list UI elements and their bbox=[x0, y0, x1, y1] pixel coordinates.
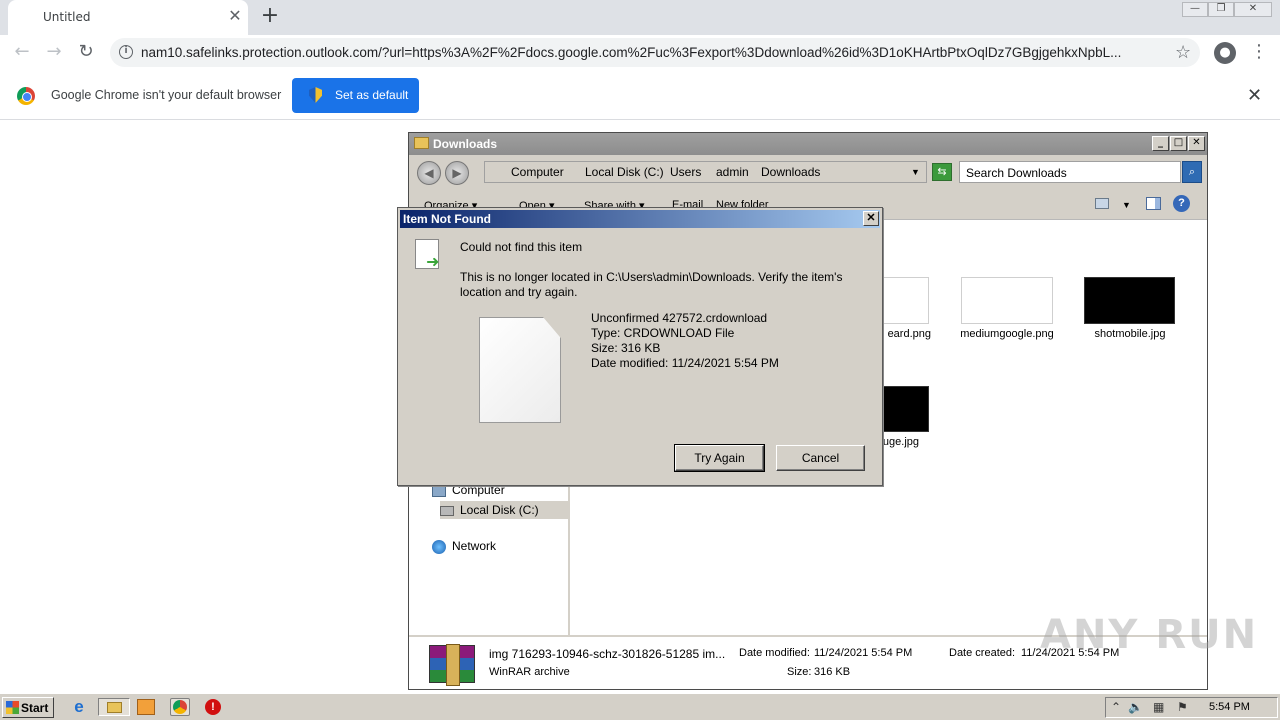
forward-icon[interactable]: ▶ bbox=[445, 161, 469, 185]
explorer-taskbar-icon[interactable] bbox=[98, 698, 130, 716]
system-tray: ⌃ 🔈 ▦ ⚑ 5:54 PM bbox=[1105, 697, 1278, 718]
explorer-minimize-button[interactable]: _ bbox=[1152, 136, 1169, 151]
dialog-message: This is no longer located in C:\Users\ad… bbox=[460, 270, 843, 299]
dialog-titlebar[interactable]: Item Not Found ✕ bbox=[400, 210, 880, 228]
details-size-label: Size: bbox=[787, 666, 812, 678]
tree-label-local-disk: Local Disk (C:) bbox=[460, 503, 539, 517]
breadcrumb-downloads[interactable]: Downloads bbox=[761, 165, 820, 179]
tab-close-icon[interactable]: ✕ bbox=[225, 6, 245, 25]
winrar-archive-icon bbox=[429, 644, 475, 686]
new-tab-button[interactable]: + bbox=[258, 3, 282, 28]
try-again-button[interactable]: Try Again bbox=[674, 444, 765, 472]
default-browser-infobar: Google Chrome isn't your default browser… bbox=[0, 71, 1280, 120]
file-move-icon bbox=[415, 239, 439, 272]
internet-explorer-icon[interactable]: e bbox=[69, 698, 89, 716]
explorer-close-button[interactable]: ✕ bbox=[1188, 136, 1205, 151]
start-label: Start bbox=[21, 701, 49, 715]
computer-icon bbox=[432, 484, 446, 497]
chrome-logo-icon bbox=[17, 87, 35, 105]
url-text[interactable]: nam10.safelinks.protection.outlook.com/?… bbox=[141, 45, 1171, 60]
window-close-button[interactable]: ✕ bbox=[1234, 2, 1272, 17]
infobar-message: Google Chrome isn't your default browser bbox=[51, 88, 282, 102]
tab-title: Untitled bbox=[43, 10, 91, 24]
restore-button[interactable]: ❐ bbox=[1208, 2, 1234, 17]
stop-icon[interactable]: ! bbox=[205, 699, 221, 715]
breadcrumb-users[interactable]: Users bbox=[670, 165, 701, 179]
minimize-button[interactable]: — bbox=[1182, 2, 1208, 17]
uac-shield-icon bbox=[309, 87, 322, 103]
set-as-default-button[interactable]: Set as default bbox=[292, 78, 419, 113]
tree-item-local-disk[interactable]: Local Disk (C:) bbox=[440, 501, 570, 519]
address-dropdown-icon[interactable]: ▼ bbox=[911, 167, 920, 177]
breadcrumb-admin[interactable]: admin bbox=[716, 165, 749, 179]
explorer-titlebar[interactable]: Downloads _ □ ✕ bbox=[409, 133, 1207, 155]
details-date-modified: 11/24/2021 5:54 PM bbox=[814, 647, 913, 659]
close-icon[interactable]: ✕ bbox=[1247, 85, 1262, 106]
browser-toolbar: ← → ↻ i nam10.safelinks.protection.outlo… bbox=[0, 35, 1280, 71]
forward-icon[interactable]: → bbox=[42, 41, 66, 65]
cancel-button[interactable]: Cancel bbox=[776, 445, 865, 471]
details-date-created-label: Date created: bbox=[949, 647, 1016, 659]
preview-pane-icon[interactable] bbox=[1146, 197, 1161, 210]
explorer-maximize-button[interactable]: □ bbox=[1170, 136, 1187, 151]
set-as-default-label: Set as default bbox=[335, 88, 409, 102]
dialog-file-date: Date modified: 11/24/2021 5:54 PM bbox=[591, 356, 779, 370]
refresh-icon[interactable]: ⇆ bbox=[932, 163, 952, 181]
help-icon[interactable]: ? bbox=[1173, 195, 1190, 212]
details-size: 316 KB bbox=[814, 666, 851, 678]
reload-icon[interactable]: ↻ bbox=[74, 41, 98, 65]
anyrun-watermark: ANY RUN bbox=[1040, 612, 1259, 658]
tray-expand-icon[interactable]: ⌃ bbox=[1111, 700, 1121, 714]
menu-icon[interactable]: ⋮ bbox=[1247, 41, 1271, 65]
dialog-close-icon[interactable]: ✕ bbox=[863, 211, 879, 226]
tree-item-network[interactable]: Network bbox=[432, 539, 496, 554]
account-icon[interactable]: ● bbox=[1214, 42, 1236, 64]
browser-tab[interactable]: Untitled ✕ bbox=[8, 0, 248, 35]
file-name-mediumgoogle[interactable]: mediumgoogle.png bbox=[957, 328, 1057, 340]
search-icon[interactable]: ⌕ bbox=[1182, 161, 1202, 183]
back-icon[interactable]: ◀ bbox=[417, 161, 441, 185]
details-date-modified-label: Date modified: bbox=[739, 647, 810, 659]
address-bar[interactable]: i nam10.safelinks.protection.outlook.com… bbox=[110, 38, 1200, 67]
media-player-icon[interactable] bbox=[137, 699, 155, 715]
dialog-file-size: Size: 316 KB bbox=[591, 341, 661, 355]
details-file-name: img 716293-10946-schz-301826-51285 im... bbox=[489, 647, 726, 661]
dialog-title: Item Not Found bbox=[403, 212, 491, 226]
site-info-icon[interactable]: i bbox=[119, 45, 133, 59]
volume-icon[interactable]: 🔈 bbox=[1128, 700, 1143, 714]
star-icon[interactable]: ☆ bbox=[1175, 42, 1191, 63]
network-icon bbox=[432, 539, 446, 554]
view-dropdown-icon[interactable]: ▼ bbox=[1122, 200, 1131, 210]
explorer-address-bar[interactable]: Computer Local Disk (C:) Users admin Dow… bbox=[484, 161, 927, 183]
windows-logo-icon bbox=[6, 701, 19, 714]
clock[interactable]: 5:54 PM bbox=[1209, 701, 1250, 713]
details-file-type: WinRAR archive bbox=[489, 666, 570, 678]
breadcrumb-computer[interactable]: Computer bbox=[511, 165, 564, 179]
taskbar: Start e ! ⌃ 🔈 ▦ ⚑ 5:54 PM bbox=[0, 693, 1280, 720]
search-input[interactable]: Search Downloads bbox=[959, 161, 1181, 183]
file-name-shotmobile[interactable]: shotmobile.jpg bbox=[1080, 328, 1180, 340]
tab-strip: Untitled ✕ + — ❐ ✕ bbox=[0, 0, 1280, 35]
dialog-file-type: Type: CRDOWNLOAD File bbox=[591, 326, 735, 340]
document-icon bbox=[479, 317, 561, 423]
back-icon[interactable]: ← bbox=[10, 41, 34, 65]
file-thumbnail-mediumgoogle[interactable] bbox=[961, 277, 1053, 324]
dialog-heading: Could not find this item bbox=[460, 240, 583, 254]
folder-icon bbox=[414, 137, 429, 149]
dialog-file-name: Unconfirmed 427572.crdownload bbox=[591, 311, 768, 325]
tree-label-network: Network bbox=[452, 539, 497, 553]
disk-icon bbox=[440, 505, 454, 516]
network-tray-icon[interactable]: ▦ bbox=[1153, 700, 1164, 714]
action-center-flag-icon[interactable]: ⚑ bbox=[1177, 700, 1188, 714]
file-thumbnail-shotmobile[interactable] bbox=[1084, 277, 1175, 324]
search-placeholder: Search Downloads bbox=[966, 166, 1067, 180]
dialog-file-info: Unconfirmed 427572.crdownload Type: CRDO… bbox=[591, 311, 779, 371]
explorer-title: Downloads bbox=[433, 137, 498, 151]
chrome-taskbar-icon[interactable] bbox=[170, 698, 190, 716]
view-options-icon[interactable] bbox=[1095, 198, 1109, 209]
breadcrumb-local-disk[interactable]: Local Disk (C:) bbox=[585, 165, 664, 179]
explorer-navbar: ◀ ▶ Computer Local Disk (C:) Users admin… bbox=[409, 155, 1207, 190]
item-not-found-dialog: Item Not Found ✕ Could not find this ite… bbox=[397, 207, 883, 486]
start-button[interactable]: Start bbox=[2, 697, 54, 718]
